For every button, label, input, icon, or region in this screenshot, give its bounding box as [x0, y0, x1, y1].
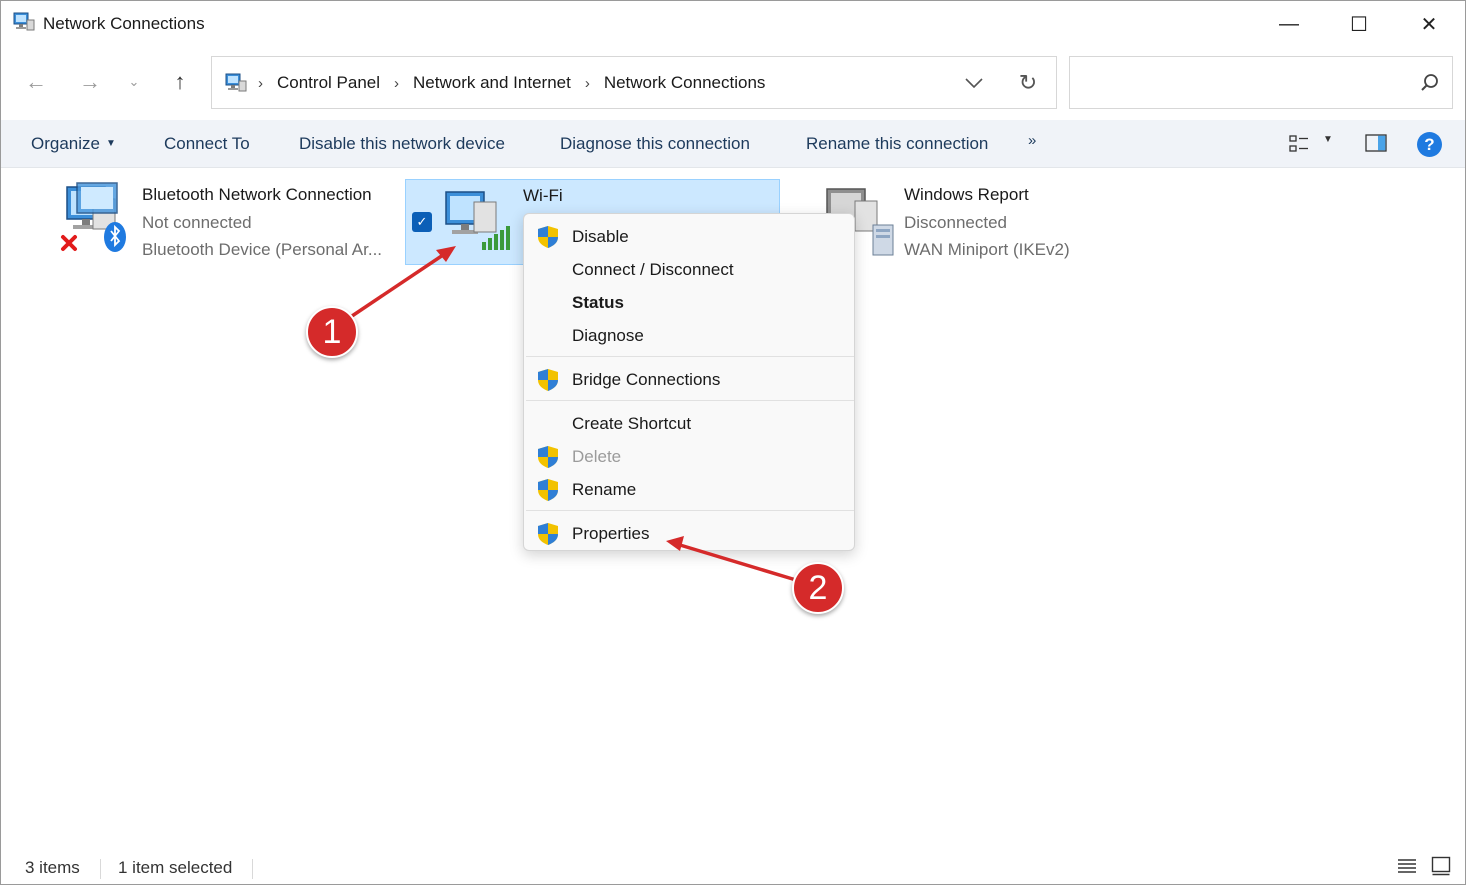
organize-menu[interactable]: Organize ▼ — [31, 134, 116, 154]
connection-name: Windows Report — [904, 185, 1029, 204]
chevron-down-icon: ⌄ — [128, 74, 140, 89]
details-view-icon[interactable] — [1397, 857, 1417, 875]
menu-item-connect-disconnect[interactable]: Connect / Disconnect — [524, 253, 854, 286]
selection-checkbox[interactable]: ✓ — [412, 212, 432, 232]
close-icon: ✕ — [1420, 13, 1438, 36]
connection-device: Bluetooth Device (Personal Ar... — [142, 240, 383, 259]
menu-item-label: Delete — [572, 447, 622, 466]
up-button[interactable]: ↑ — [163, 65, 197, 99]
recent-locations-button[interactable]: ⌄ — [117, 65, 151, 99]
preview-pane-icon[interactable] — [1365, 134, 1387, 152]
close-button[interactable]: ✕ — [1394, 1, 1464, 47]
annotation-badge-2: 2 — [792, 562, 844, 614]
menu-item-label: Diagnose — [572, 326, 644, 345]
maximize-button[interactable]: ☐ — [1324, 1, 1394, 47]
context-menu: Disable Connect / Disconnect Status Diag… — [523, 213, 855, 551]
menu-item-status[interactable]: Status — [524, 286, 854, 319]
status-bar: 3 items 1 item selected — [1, 849, 1465, 885]
connection-status: Disconnected — [904, 213, 1008, 232]
menu-separator — [526, 356, 854, 357]
network-connections-window: Network Connections — ☐ ✕ ← → ⌄ ↑ › Cont… — [0, 0, 1466, 885]
connection-name: Bluetooth Network Connection — [142, 185, 372, 204]
arrow-left-icon: ← — [25, 69, 47, 94]
wifi-network-icon — [445, 191, 510, 250]
title-bar: Network Connections — ☐ ✕ — [1, 1, 1465, 47]
caret-down-icon[interactable]: ▼ — [1323, 134, 1333, 145]
menu-separator — [526, 510, 854, 511]
diagnose-connection-button[interactable]: Diagnose this connection — [560, 134, 750, 154]
menu-item-disable[interactable]: Disable — [524, 220, 854, 253]
menu-item-bridge-connections[interactable]: Bridge Connections — [524, 363, 854, 396]
connection-windows-report[interactable]: Windows Report Disconnected WAN Miniport… — [821, 179, 1161, 265]
uac-shield-icon — [538, 226, 558, 248]
menu-item-label: Properties — [572, 524, 650, 543]
search-box[interactable] — [1069, 56, 1453, 109]
arrow-up-icon: ↑ — [174, 69, 186, 94]
menu-item-label: Disable — [572, 227, 629, 246]
refresh-button[interactable]: ↻ — [1014, 69, 1042, 97]
breadcrumb: › Control Panel › Network and Internet ›… — [258, 73, 779, 93]
menu-item-delete: Delete — [524, 440, 854, 473]
maximize-icon: ☐ — [1350, 13, 1368, 36]
change-view-icon[interactable] — [1289, 134, 1309, 154]
breadcrumb-network-and-internet[interactable]: Network and Internet — [413, 73, 571, 93]
address-history-dropdown[interactable] — [962, 71, 986, 95]
menu-item-rename[interactable]: Rename — [524, 473, 854, 506]
minimize-icon: — — [1279, 12, 1299, 35]
menu-item-create-shortcut[interactable]: Create Shortcut — [524, 407, 854, 440]
back-button[interactable]: ← — [19, 65, 53, 99]
item-count: 3 items — [25, 858, 80, 877]
uac-shield-icon — [538, 479, 558, 501]
uac-shield-icon — [538, 446, 558, 468]
connect-to-button[interactable]: Connect To — [164, 134, 250, 154]
command-bar: Organize ▼ Connect To Disable this networ… — [1, 120, 1465, 168]
breadcrumb-separator-icon: › — [584, 74, 590, 92]
network-connections-icon — [13, 12, 35, 31]
organize-label: Organize — [31, 134, 100, 153]
rename-connection-button[interactable]: Rename this connection — [806, 134, 988, 154]
connection-name: Wi-Fi — [523, 186, 563, 205]
window-title: Network Connections — [43, 14, 205, 33]
chevron-down-icon — [965, 78, 983, 88]
minimize-button[interactable]: — — [1254, 1, 1324, 47]
menu-item-properties[interactable]: Properties — [524, 517, 854, 550]
status-separator — [252, 859, 253, 879]
menu-item-label: Bridge Connections — [572, 370, 721, 389]
disable-device-button[interactable]: Disable this network device — [299, 134, 505, 154]
menu-item-label: Rename — [572, 480, 637, 499]
status-separator — [100, 859, 101, 879]
selection-count: 1 item selected — [118, 858, 233, 877]
arrow-right-icon: → — [79, 69, 101, 94]
menu-item-label: Create Shortcut — [572, 414, 692, 433]
forward-button[interactable]: → — [73, 65, 107, 99]
menu-item-label: Connect / Disconnect — [572, 260, 734, 279]
menu-item-label: Status — [572, 293, 624, 312]
breadcrumb-network-connections[interactable]: Network Connections — [604, 73, 766, 93]
address-bar[interactable]: › Control Panel › Network and Internet ›… — [211, 56, 1057, 109]
help-button[interactable]: ? — [1417, 132, 1442, 157]
annotation-badge-1: 1 — [306, 306, 358, 358]
breadcrumb-control-panel[interactable]: Control Panel — [277, 73, 380, 93]
search-input[interactable] — [1080, 69, 1400, 97]
breadcrumb-separator-icon: › — [258, 74, 263, 92]
connection-status: Not connected — [142, 213, 252, 232]
more-commands-button[interactable]: » — [1028, 132, 1036, 149]
uac-shield-icon — [538, 369, 558, 391]
large-icons-view-icon[interactable] — [1431, 856, 1451, 876]
control-panel-network-icon — [225, 73, 247, 92]
bluetooth-network-icon — [61, 182, 126, 252]
uac-shield-icon — [538, 523, 558, 545]
menu-item-diagnose[interactable]: Diagnose — [524, 319, 854, 352]
connection-bluetooth[interactable]: Bluetooth Network Connection Not connect… — [57, 179, 397, 265]
refresh-icon: ↻ — [1018, 70, 1038, 95]
connection-device: WAN Miniport (IKEv2) — [904, 240, 1070, 259]
menu-separator — [526, 400, 854, 401]
search-icon[interactable] — [1420, 73, 1440, 93]
breadcrumb-separator-icon: › — [394, 74, 400, 92]
navigation-bar: ← → ⌄ ↑ › Control Panel › Network and In… — [1, 47, 1465, 119]
caret-down-icon: ▼ — [105, 138, 116, 149]
